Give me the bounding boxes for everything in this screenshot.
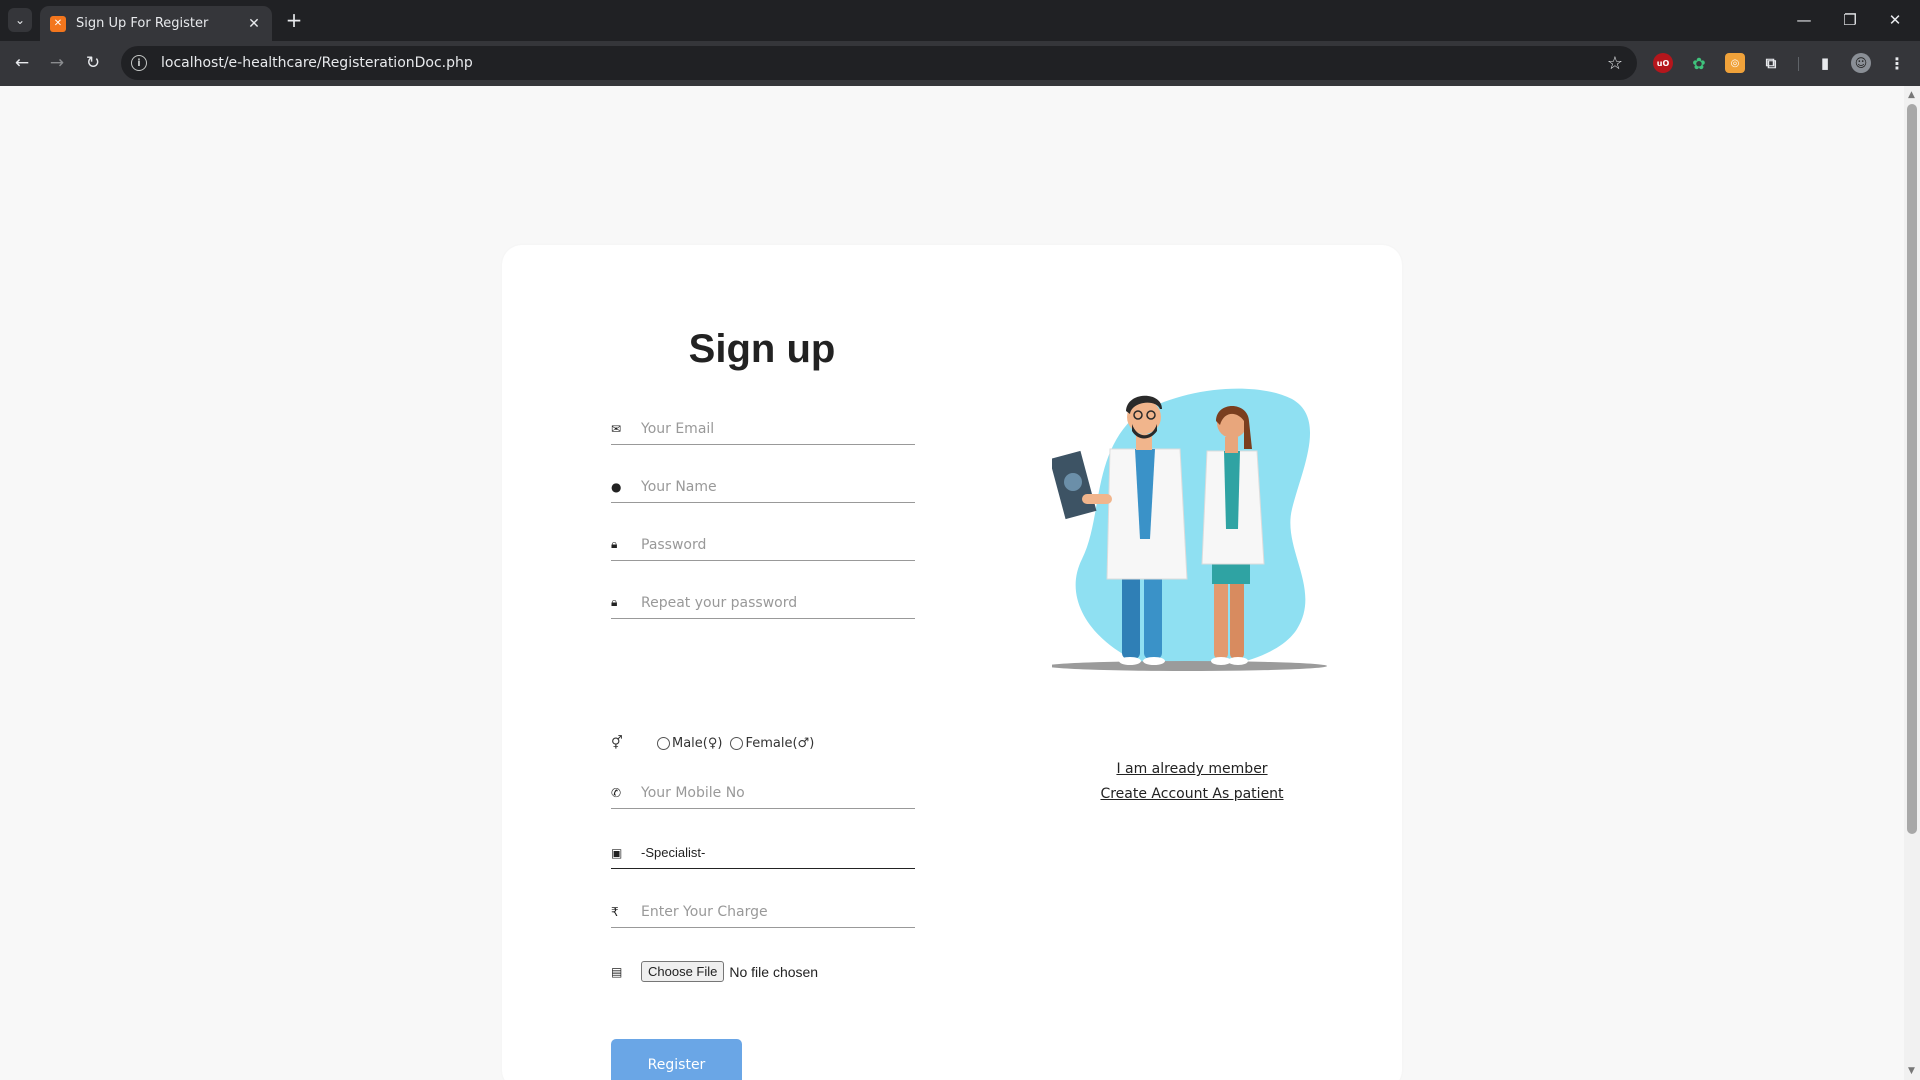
scroll-thumb[interactable] [1907, 104, 1917, 834]
specialist-select[interactable]: ▣ -Specialist- [611, 837, 915, 869]
scroll-down-arrow-icon[interactable]: ▼ [1908, 1066, 1915, 1076]
signup-card: Sign up ✉ ● 🔒︎ 🔒︎ ⚥ Male(♀) Female(♂) ✆ [502, 245, 1402, 1080]
chatgpt-extension-icon[interactable]: ✿ [1689, 53, 1709, 73]
xampp-favicon-icon: ✕ [50, 15, 66, 32]
browser-tab-bar: ⌄ ✕ Sign Up For Register ✕ + — ❐ ✕ [0, 0, 1920, 41]
scroll-up-arrow-icon[interactable]: ▲ [1908, 90, 1915, 100]
email-input[interactable] [641, 420, 915, 437]
charge-input[interactable] [641, 903, 915, 920]
url-text[interactable]: localhost/e-healthcare/RegisterationDoc.… [161, 55, 1607, 71]
browser-toolbar: ← → ↻ i localhost/e-healthcare/Registera… [0, 41, 1920, 86]
password-input[interactable] [641, 536, 915, 553]
site-info-icon[interactable]: i [131, 55, 147, 71]
page-scrollbar[interactable]: ▲ ▼ [1904, 86, 1920, 1080]
extension-icon[interactable]: ◎ [1725, 53, 1745, 73]
bookmark-star-icon[interactable]: ☆ [1607, 53, 1623, 74]
id-card-icon: ▤ [611, 964, 623, 979]
choose-file-button[interactable]: Choose File [641, 961, 725, 982]
register-button[interactable]: Register [611, 1039, 742, 1080]
back-icon[interactable]: ← [8, 49, 36, 77]
file-status: No file chosen [729, 963, 819, 980]
page-title: Sign up [688, 327, 836, 371]
create-patient-account-link[interactable]: Create Account As patient [1062, 782, 1322, 807]
window-close-icon[interactable]: ✕ [1877, 6, 1913, 34]
repeat-password-input[interactable] [641, 594, 915, 611]
page-viewport: Sign up ✉ ● 🔒︎ 🔒︎ ⚥ Male(♀) Female(♂) ✆ [0, 86, 1904, 1080]
phone-icon: ✆ [611, 785, 622, 800]
mobile-field: ✆ [611, 777, 915, 809]
lock-icon: 🔒︎ [611, 537, 618, 551]
reload-icon[interactable]: ↻ [79, 49, 107, 77]
profile-avatar-icon[interactable]: ☺ [1851, 53, 1871, 73]
name-field: ● [611, 471, 915, 503]
extensions-puzzle-icon[interactable]: ⧉ [1761, 53, 1781, 73]
tab-search-icon[interactable]: ⌄ [8, 8, 32, 32]
active-tab[interactable]: ✕ Sign Up For Register ✕ [40, 6, 272, 41]
male-label: Male(♀) [672, 735, 723, 751]
doctors-illustration [1052, 388, 1327, 671]
user-icon: ● [611, 479, 622, 494]
mobile-input[interactable] [641, 784, 915, 801]
female-radio[interactable] [730, 736, 744, 750]
charge-field: ₹ [611, 896, 915, 928]
repeat-password-field: 🔒︎ [611, 587, 915, 619]
tab-title: Sign Up For Register [76, 16, 209, 31]
email-field: ✉ [611, 413, 915, 445]
tab-close-icon[interactable]: ✕ [246, 16, 262, 32]
address-bar[interactable]: i localhost/e-healthcare/RegisterationDo… [121, 46, 1637, 80]
minimize-icon[interactable]: — [1786, 6, 1822, 34]
female-label: Female(♂) [745, 735, 815, 751]
lock-icon: 🔒︎ [611, 595, 618, 609]
rupee-icon: ₹ [611, 904, 619, 919]
forward-icon[interactable]: → [43, 49, 71, 77]
gender-icon: ⚥ [611, 735, 623, 751]
specialist-selected-value: -Specialist- [641, 845, 706, 860]
gender-row: ⚥ Male(♀) Female(♂) [611, 731, 814, 755]
briefcase-icon: ▣ [611, 845, 623, 860]
ublock-extension-icon[interactable]: uO [1653, 53, 1673, 73]
male-radio[interactable] [657, 736, 670, 750]
more-menu-icon[interactable]: ⋮ [1887, 53, 1907, 73]
new-tab-icon[interactable]: + [282, 8, 306, 32]
file-upload-row: ▤ Choose File No file chosen [611, 961, 818, 982]
toolbar-divider [1798, 57, 1799, 71]
auth-links: I am already member Create Account As pa… [1062, 757, 1322, 807]
restore-icon[interactable]: ❐ [1832, 6, 1868, 34]
side-panel-icon[interactable]: ▮ [1815, 53, 1835, 73]
already-member-link[interactable]: I am already member [1062, 757, 1322, 782]
name-input[interactable] [641, 478, 915, 495]
password-field: 🔒︎ [611, 529, 915, 561]
envelope-icon: ✉ [611, 421, 622, 436]
